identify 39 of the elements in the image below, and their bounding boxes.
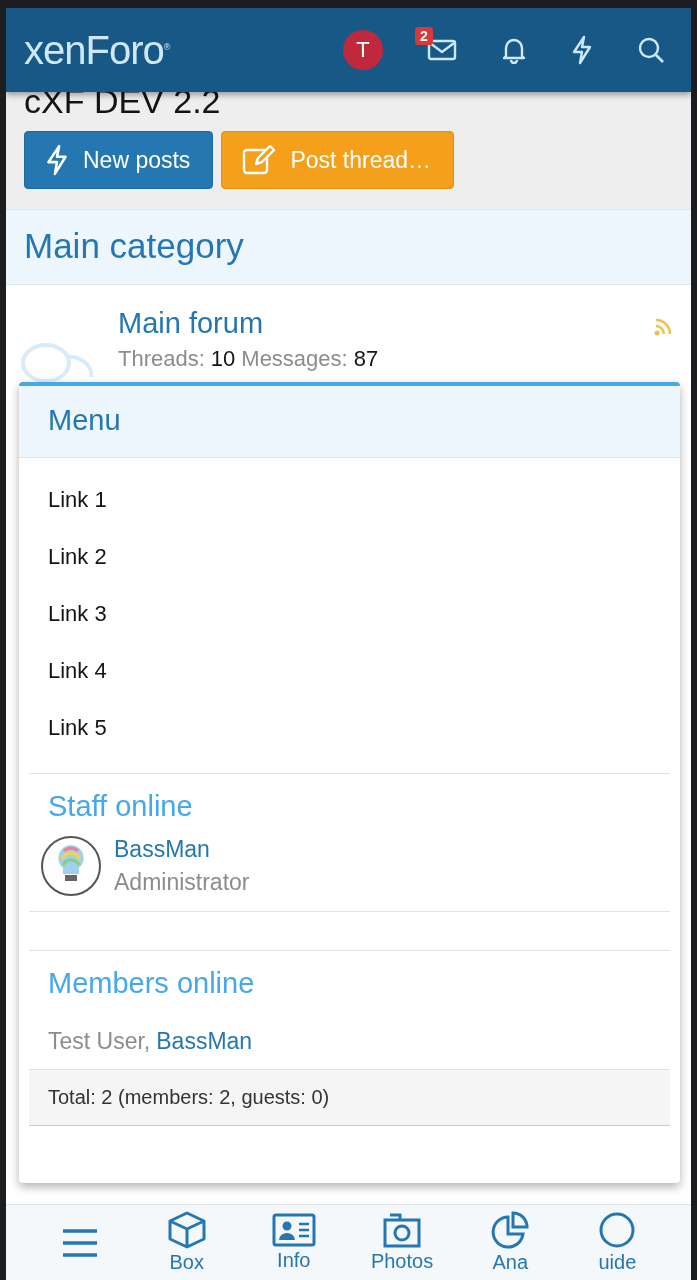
bell-icon[interactable] [501,36,527,64]
nav-item[interactable]: Photos [370,1212,434,1273]
bolt-icon[interactable] [571,35,593,65]
nav-item[interactable]: Info [263,1213,324,1272]
camera-icon [382,1212,422,1248]
id-card-icon [271,1213,316,1247]
pie-chart-icon [490,1211,531,1249]
stat-value: 10 [210,346,236,372]
username: Test User, [48,1028,151,1055]
menu-link[interactable]: Link 4 [29,643,670,700]
bolt-icon [45,144,69,176]
box-icon [166,1211,207,1249]
nav-item[interactable]: uide [587,1211,648,1274]
menu-link[interactable]: Link 5 [29,700,670,757]
menu-link[interactable]: Link 1 [29,472,670,529]
section-title[interactable]: Staff online [48,790,651,823]
stat-value: 87 [353,346,379,372]
nav-item[interactable]: Ana [480,1211,541,1274]
forum-title[interactable]: Main forum [118,307,653,340]
notification-badge: 2 [415,27,433,45]
total-text: Total: 2 (members: 2, guests: 0) [48,1086,330,1108]
menu-link[interactable]: Link 3 [29,586,670,643]
stat-label: Threads: [118,346,205,372]
username-link[interactable]: BassMan [156,1028,253,1055]
user-avatar[interactable] [40,835,102,897]
logo[interactable]: xenForo$^{®}$ [24,27,170,73]
section-title[interactable]: Members online [48,967,651,1000]
nav-item[interactable]: Box [156,1211,217,1274]
user-avatar[interactable]: T [343,30,383,70]
category-title[interactable]: Main category [24,226,244,265]
search-icon[interactable] [637,36,665,64]
user-role: Administrator [114,869,250,896]
edit-icon [242,145,277,175]
menu-title: Menu [48,404,121,436]
username-link[interactable]: BassMan [114,836,250,863]
new-posts-button[interactable]: New posts [24,131,214,189]
menu-link[interactable]: Link 2 [29,529,670,586]
mail-icon[interactable] [427,39,457,61]
stat-label: Messages: [241,346,348,372]
